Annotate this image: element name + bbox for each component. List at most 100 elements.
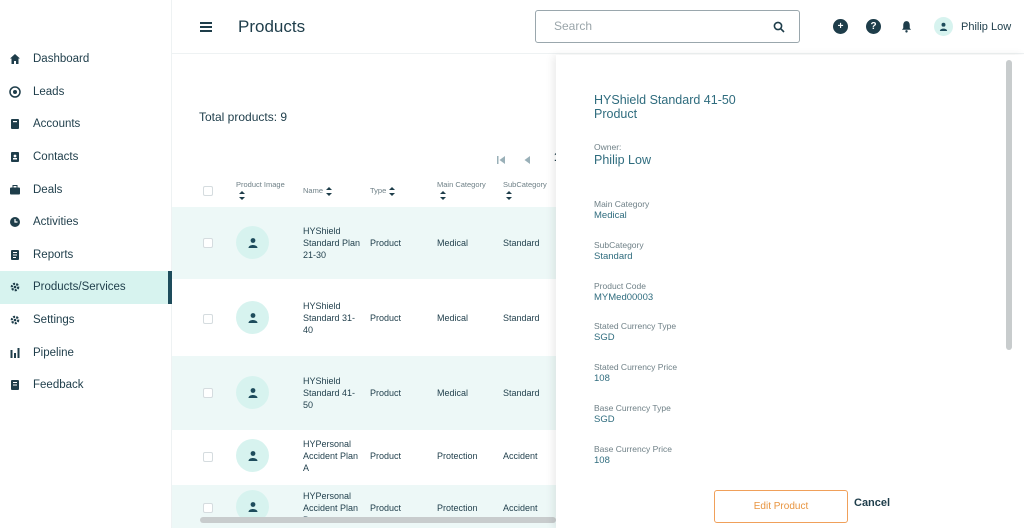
sidebar-item-products-services[interactable]: Products/Services — [0, 271, 172, 304]
sidebar-item-feedback[interactable]: Feedback — [0, 369, 172, 402]
search-input[interactable] — [554, 19, 754, 33]
user-menu[interactable]: Philip Low — [934, 17, 1011, 36]
product-main-category: Medical — [437, 238, 469, 248]
sidebar-item-leads[interactable]: Leads — [0, 76, 172, 109]
sidebar-item-dashboard[interactable]: Dashboard — [0, 43, 172, 76]
add-icon[interactable]: + — [833, 19, 848, 34]
user-icon — [248, 501, 257, 512]
row-checkbox[interactable] — [203, 238, 213, 248]
table-row[interactable]: HYShield Standard 41-50 Product Medical … — [172, 356, 556, 430]
sidebar-item-label: Feedback — [33, 379, 84, 392]
first-page-icon[interactable] — [496, 152, 506, 164]
column-header-type[interactable]: Type — [370, 186, 396, 196]
product-name[interactable]: HYShield Standard Plan 21-30 — [303, 225, 363, 261]
product-type: Product — [370, 313, 402, 323]
product-subcategory: Standard — [503, 238, 540, 248]
product-subcategory: Standard — [503, 388, 540, 398]
column-header-name[interactable]: Name — [303, 186, 333, 196]
user-icon — [248, 237, 257, 248]
product-image — [236, 301, 269, 334]
sidebar-item-pipeline[interactable]: Pipeline — [0, 336, 172, 369]
sidebar: Dashboard Leads Accounts Contacts Deals … — [0, 0, 172, 528]
sort-icon[interactable] — [440, 190, 447, 200]
search-icon[interactable] — [773, 21, 785, 33]
field-label: SubCategory — [594, 240, 644, 250]
field-value: SGD — [594, 332, 615, 343]
top-header: Products + ? Philip Low — [172, 0, 1024, 54]
product-main-category: Medical — [437, 388, 469, 398]
column-header-subcategory[interactable]: SubCategory — [503, 180, 556, 200]
row-checkbox[interactable] — [203, 452, 213, 462]
user-avatar-icon — [934, 17, 953, 36]
field-label: Base Currency Type — [594, 403, 671, 413]
sidebar-item-label: Dashboard — [33, 53, 90, 66]
field-value: MYMed00003 — [594, 292, 654, 303]
report-icon — [8, 248, 22, 262]
products-list: Total products: 9 1 Product Image Name T… — [172, 55, 556, 528]
page-title: Products — [238, 17, 306, 36]
user-icon — [248, 450, 257, 461]
user-icon — [248, 312, 257, 323]
table-header: Product Image Name Type Main Category Su… — [172, 177, 556, 207]
row-checkbox[interactable] — [203, 503, 213, 513]
sidebar-item-label: Deals — [33, 183, 63, 196]
menu-icon[interactable] — [200, 22, 212, 32]
bell-icon[interactable] — [899, 19, 914, 34]
product-subcategory: Standard — [503, 313, 540, 323]
detail-title: HYShield Standard 41-50 Product — [594, 93, 736, 121]
product-main-category: Medical — [437, 313, 469, 323]
product-name[interactable]: HYShield Standard 41-50 — [303, 375, 363, 411]
field-label: Stated Currency Type — [594, 321, 677, 331]
field-label: Product Code — [594, 281, 646, 291]
help-icon[interactable]: ? — [866, 19, 881, 34]
product-main-category: Protection — [437, 503, 478, 513]
column-header-main-category[interactable]: Main Category — [437, 180, 499, 200]
sidebar-item-reports[interactable]: Reports — [0, 239, 172, 272]
search-box[interactable] — [535, 10, 800, 43]
product-image — [236, 439, 269, 472]
user-icon — [248, 387, 257, 398]
cancel-button[interactable]: Cancel — [854, 497, 890, 509]
sidebar-item-activities[interactable]: Activities — [0, 206, 172, 239]
product-image — [236, 226, 269, 259]
sidebar-item-deals[interactable]: Deals — [0, 173, 172, 206]
briefcase-icon — [8, 183, 22, 197]
gear-icon — [8, 313, 22, 327]
select-all-checkbox[interactable] — [203, 186, 213, 196]
clock-icon — [8, 215, 22, 229]
contact-book-icon — [8, 150, 22, 164]
sort-icon[interactable] — [389, 186, 396, 196]
vertical-scrollbar[interactable] — [1006, 60, 1012, 350]
sidebar-item-label: Reports — [33, 248, 74, 261]
product-subcategory: Accident — [503, 451, 538, 461]
column-header-image[interactable]: Product Image — [236, 180, 298, 200]
product-type: Product — [370, 503, 402, 513]
row-checkbox[interactable] — [203, 314, 213, 324]
sidebar-item-contacts[interactable]: Contacts — [0, 141, 172, 174]
sort-icon[interactable] — [239, 190, 246, 200]
field-label: Main Category — [594, 199, 650, 209]
field-value: Standard — [594, 251, 633, 262]
table-row[interactable]: HYPersonal Accident Plan A Product Prote… — [172, 432, 556, 484]
sidebar-item-label: Pipeline — [33, 346, 74, 359]
sidebar-nav: Dashboard Leads Accounts Contacts Deals … — [0, 43, 172, 402]
product-detail-panel: HYShield Standard 41-50 Product Owner: P… — [556, 55, 1024, 528]
table-row[interactable]: HYShield Standard Plan 21-30 Product Med… — [172, 207, 556, 279]
field-value: 108 — [594, 455, 610, 464]
table-row[interactable]: HYShield Standard 31-40 Product Medical … — [172, 281, 556, 355]
product-name[interactable]: HYShield Standard 31-40 — [303, 300, 363, 336]
gear-icon — [8, 280, 22, 294]
product-name[interactable]: HYPersonal Accident Plan A — [303, 438, 363, 474]
sidebar-item-accounts[interactable]: Accounts — [0, 108, 172, 141]
book-icon — [8, 117, 22, 131]
horizontal-scrollbar[interactable] — [200, 517, 556, 523]
row-checkbox[interactable] — [203, 388, 213, 398]
previous-page-icon[interactable] — [522, 152, 532, 164]
sort-icon[interactable] — [506, 190, 513, 200]
edit-product-button[interactable]: Edit Product — [714, 490, 848, 523]
sort-icon[interactable] — [326, 186, 333, 196]
bar-chart-icon — [8, 346, 22, 360]
user-name: Philip Low — [961, 20, 1012, 33]
field-value: Medical — [594, 210, 627, 221]
sidebar-item-settings[interactable]: Settings — [0, 304, 172, 337]
